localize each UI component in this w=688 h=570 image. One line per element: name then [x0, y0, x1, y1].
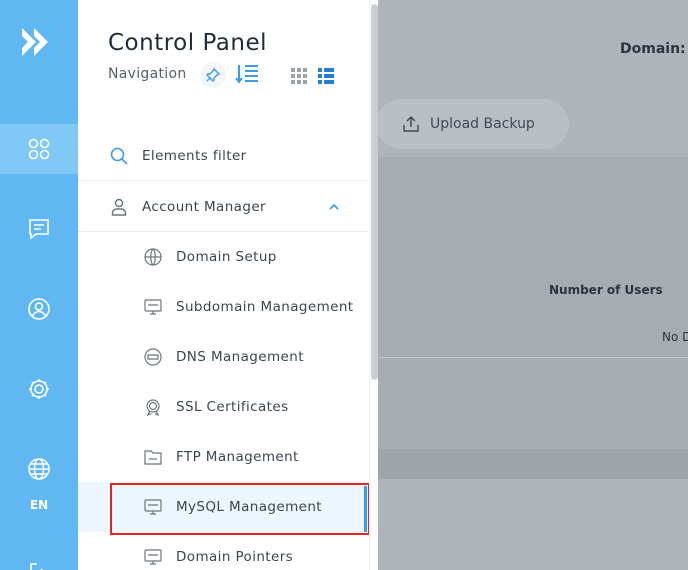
messages-icon [29, 219, 49, 240]
rail-account[interactable] [0, 284, 78, 334]
menu-item-ftp-management[interactable]: FTP Management [78, 432, 368, 482]
elements-filter-label: Elements filter [142, 147, 247, 164]
menu-item-domain-pointers[interactable]: Domain Pointers [78, 532, 368, 570]
drawer-scrollbar[interactable] [369, 0, 378, 570]
account-manager-group[interactable]: Account Manager [78, 182, 368, 232]
account-manager-label: Account Manager [142, 198, 266, 215]
dns-icon [144, 348, 162, 366]
chevron-up-icon[interactable] [328, 202, 340, 212]
upload-backup-label: Upload Backup [430, 116, 535, 132]
logout-icon [30, 563, 44, 570]
dashboard-icon [28, 138, 50, 160]
domain-pointers-icon [144, 549, 162, 565]
menu-item-mysql-management[interactable]: MySQL Management [78, 482, 368, 532]
menu-item-label: FTP Management [176, 449, 299, 465]
settings-icon [29, 379, 49, 399]
scrollbar-thumb[interactable] [371, 4, 378, 380]
menu-item-subdomain-management[interactable]: Subdomain Management [78, 282, 368, 332]
menu-item-label: Domain Setup [176, 249, 277, 265]
pin-button[interactable] [200, 62, 226, 88]
content-panel [378, 157, 688, 449]
list-view-icon[interactable] [318, 68, 334, 84]
pin-icon [206, 68, 220, 82]
account-icon [28, 298, 50, 320]
left-rail: EN [0, 0, 78, 570]
sort-list-icon[interactable] [234, 63, 260, 85]
menu-item-label: DNS Management [176, 349, 304, 365]
elements-filter[interactable]: Elements filter [78, 131, 368, 181]
drawer-subtitle: Navigation [108, 66, 187, 82]
sql-icon [144, 499, 162, 515]
upload-backup-button[interactable]: Upload Backup [376, 99, 569, 149]
menu-item-domain-setup[interactable]: Domain Setup [78, 232, 368, 282]
logo-icon[interactable] [18, 22, 58, 62]
ssl-icon [146, 399, 160, 416]
menu-item-label: SSL Certificates [176, 399, 289, 415]
selected-indicator [364, 486, 367, 532]
rail-messages[interactable] [0, 204, 78, 254]
no-data-text: No D [662, 330, 688, 344]
subdomain-icon [144, 299, 162, 315]
content-panel-footer [378, 449, 688, 479]
person-icon [111, 198, 127, 216]
rail-dashboard[interactable] [0, 124, 78, 174]
menu-item-ssl-certificates[interactable]: SSL Certificates [78, 382, 368, 432]
menu-item-label: MySQL Management [176, 499, 322, 515]
rail-language[interactable] [0, 444, 78, 494]
upload-icon [403, 116, 419, 132]
domain-label: Domain: [620, 41, 686, 57]
menu-item-label: Domain Pointers [176, 549, 294, 565]
rail-logout[interactable] [0, 548, 78, 570]
search-icon [110, 147, 128, 165]
drawer-title: Control Panel [108, 30, 267, 56]
language-code[interactable]: EN [0, 498, 78, 512]
navigation-drawer: Control Panel Navigation Elements filter… [78, 0, 378, 570]
menu-item-label: Subdomain Management [176, 299, 354, 315]
menu-item-dns-management[interactable]: DNS Management [78, 332, 368, 382]
rail-settings[interactable] [0, 364, 78, 414]
column-header-users: Number of Users [549, 283, 663, 297]
table-divider [378, 357, 688, 358]
ftp-icon [144, 450, 162, 465]
globe-icon [28, 458, 50, 480]
www-icon [144, 248, 162, 266]
grid-view-icon[interactable] [291, 68, 307, 84]
